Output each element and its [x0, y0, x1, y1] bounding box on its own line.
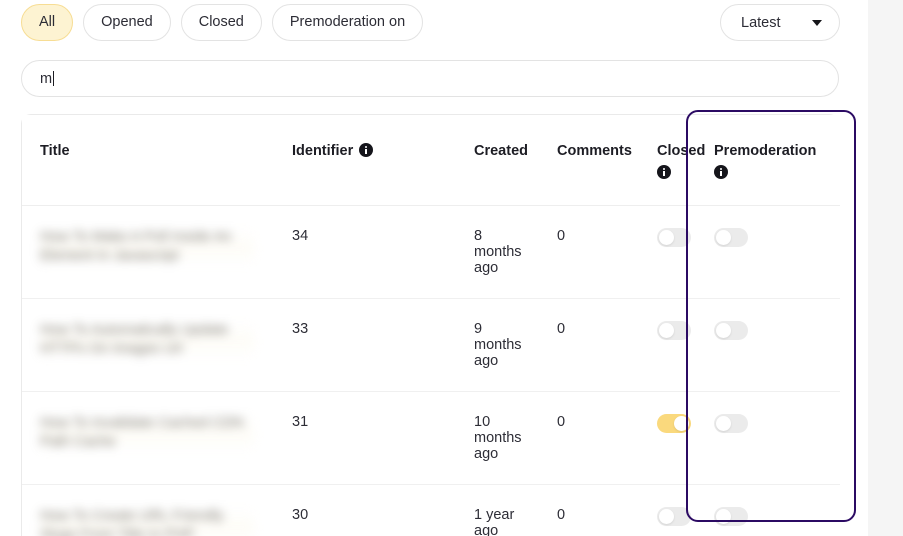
column-header-title-label: Title: [40, 143, 70, 159]
premoderation-toggle[interactable]: [714, 228, 748, 247]
cell-closed: [639, 391, 696, 485]
cell-identifier: 34: [274, 205, 456, 299]
chevron-down-icon: [812, 19, 822, 26]
info-icon-closed[interactable]: [657, 165, 671, 179]
cell-comments: 0: [539, 205, 639, 299]
created-value: 9 months ago: [474, 321, 522, 369]
cell-title[interactable]: How To Automatically Update HTTPs On Ima…: [22, 298, 274, 392]
toggle-knob: [716, 509, 731, 524]
toggle-knob: [716, 230, 731, 245]
column-header-identifier-label: Identifier: [292, 143, 354, 159]
column-header-closed[interactable]: Closed: [639, 115, 705, 206]
toggle-knob: [659, 323, 674, 338]
cell-created: 9 months ago: [456, 298, 539, 392]
cell-identifier: 31: [274, 391, 456, 485]
closed-toggle[interactable]: [657, 321, 691, 340]
table-row[interactable]: How To Automatically Update HTTPs On Ima…: [22, 298, 840, 392]
column-header-identifier[interactable]: Identifier: [274, 115, 456, 206]
closed-toggle[interactable]: [657, 507, 691, 526]
table-head: Title Identifier Created Comments Closed: [22, 115, 840, 206]
filter-pill-all[interactable]: All: [21, 4, 74, 41]
cell-premoderation: [696, 205, 840, 299]
toggle-knob: [716, 323, 731, 338]
cell-identifier: 33: [274, 298, 456, 392]
topic-title-redacted: How To Invalidate Cached CDN Path Cache: [40, 414, 254, 452]
topic-title-redacted: How To Make A Poll Inside An Element In …: [40, 228, 254, 266]
cell-title[interactable]: How To Make A Poll Inside An Element In …: [22, 205, 274, 299]
search-input-value: m: [40, 70, 53, 87]
closed-toggle[interactable]: [657, 228, 691, 247]
identifier-value: 31: [292, 414, 309, 430]
created-value: 1 year ago: [474, 507, 515, 536]
search-input[interactable]: m: [21, 60, 839, 97]
comments-value: 0: [557, 321, 566, 337]
comments-value: 0: [557, 228, 566, 244]
cell-created: 1 year ago: [456, 484, 539, 536]
toggle-knob: [659, 230, 674, 245]
cell-comments: 0: [539, 298, 639, 392]
table-row[interactable]: How To Invalidate Cached CDN Path Cache …: [22, 391, 840, 485]
sort-dropdown-value: Latest: [741, 14, 781, 31]
comments-value: 0: [557, 507, 566, 523]
cell-closed: [639, 298, 696, 392]
cell-premoderation: [696, 298, 840, 392]
page-scrollbar-track[interactable]: [868, 0, 903, 536]
table-row[interactable]: How To Make A Poll Inside An Element In …: [22, 205, 840, 299]
toggle-knob: [674, 416, 689, 431]
topics-table-card: Title Identifier Created Comments Closed: [21, 114, 840, 536]
toggle-knob: [659, 509, 674, 524]
column-header-closed-label: Closed: [657, 143, 706, 159]
topic-title-redacted: How To Create URL Friendly Slugs From Ti…: [40, 507, 254, 536]
column-header-title[interactable]: Title: [22, 115, 274, 206]
column-header-created-label: Created: [474, 143, 528, 159]
filter-pill-opened[interactable]: Opened: [83, 4, 171, 41]
filter-pill-closed[interactable]: Closed: [180, 4, 262, 41]
premoderation-toggle[interactable]: [714, 414, 748, 433]
cell-closed: [639, 205, 696, 299]
column-header-comments[interactable]: Comments: [539, 115, 639, 206]
cell-created: 10 months ago: [456, 391, 539, 485]
cell-comments: 0: [539, 484, 639, 536]
table-row[interactable]: How To Create URL Friendly Slugs From Ti…: [22, 484, 840, 536]
filter-pill-group: All Opened Closed Premoderation on: [21, 4, 424, 41]
identifier-value: 30: [292, 507, 309, 523]
column-header-created[interactable]: Created: [456, 115, 539, 206]
cell-title[interactable]: How To Create URL Friendly Slugs From Ti…: [22, 484, 274, 536]
cell-closed: [639, 484, 696, 536]
info-icon-identifier[interactable]: [359, 143, 374, 157]
app-root: All Opened Closed Premoderation on Lates…: [0, 0, 903, 536]
info-icon-premoderation[interactable]: [714, 165, 728, 179]
closed-toggle[interactable]: [657, 414, 691, 433]
topic-title-redacted: How To Automatically Update HTTPs On Ima…: [40, 321, 254, 359]
created-value: 8 months ago: [474, 228, 522, 276]
filter-pill-premoderation-on[interactable]: Premoderation on: [271, 4, 424, 41]
column-header-premoderation-label: Premoderation: [714, 143, 817, 159]
cell-created: 8 months ago: [456, 205, 539, 299]
cell-premoderation: [696, 484, 840, 536]
comments-value: 0: [557, 414, 566, 430]
toggle-knob: [716, 416, 731, 431]
premoderation-toggle[interactable]: [714, 321, 748, 340]
column-header-premoderation[interactable]: Premoderation: [696, 115, 840, 206]
cell-premoderation: [696, 391, 840, 485]
sort-dropdown[interactable]: Latest: [720, 4, 840, 41]
table-header-row: Title Identifier Created Comments Closed: [22, 115, 840, 206]
identifier-value: 33: [292, 321, 309, 337]
premoderation-toggle[interactable]: [714, 507, 748, 526]
cell-title[interactable]: How To Invalidate Cached CDN Path Cache: [22, 391, 274, 485]
cell-identifier: 30: [274, 484, 456, 536]
column-header-comments-label: Comments: [557, 143, 632, 159]
cell-comments: 0: [539, 391, 639, 485]
table-body: How To Make A Poll Inside An Element In …: [22, 205, 840, 536]
identifier-value: 34: [292, 228, 309, 244]
topics-table: Title Identifier Created Comments Closed: [22, 115, 840, 536]
text-cursor: [53, 71, 55, 86]
created-value: 10 months ago: [474, 414, 522, 462]
